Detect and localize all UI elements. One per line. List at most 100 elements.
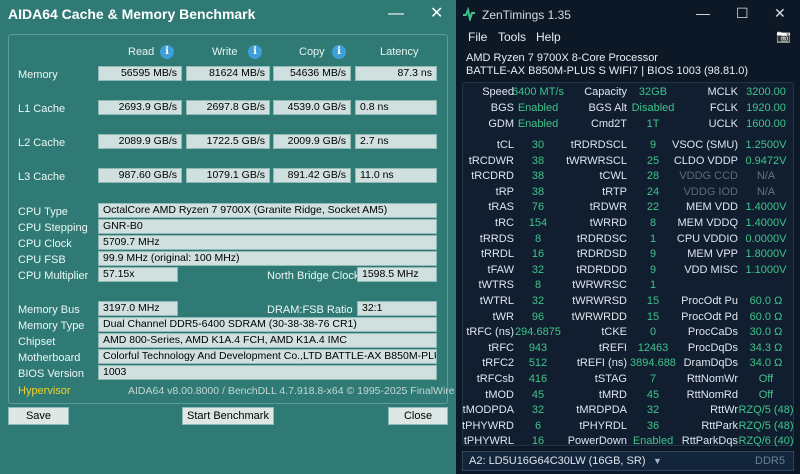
col-header-latency: Latency <box>380 46 419 58</box>
memory-module-selector[interactable]: A2: LD5U16G64C30LW (16GB, SR) ▼ DDR5 <box>462 451 794 471</box>
read-info-icon[interactable]: i <box>160 45 174 59</box>
row-label-l3: L3 Cache <box>18 171 66 183</box>
timing-value: 16 <box>531 248 545 261</box>
l3-copy-value: 891.42 GB/s <box>273 168 351 183</box>
cpu-stepping-value: GNR-B0 <box>98 219 437 234</box>
aida-footer-version: AIDA64 v8.00.8000 / BenchDLL 4.7.918.8-x… <box>128 385 456 397</box>
timing-value: 1.8000V <box>745 248 787 261</box>
memory-bus-value: 3197.0 MHz <box>98 301 178 316</box>
timing-value: Disabled <box>631 102 675 114</box>
timing-value: 32GB <box>638 86 668 98</box>
hypervisor-label: Hypervisor <box>18 385 71 397</box>
timing-value: 6 <box>534 419 542 432</box>
start-benchmark-button[interactable]: Start Benchmark <box>182 407 274 425</box>
timing-value: 8 <box>534 232 542 245</box>
aida-close-icon[interactable]: ✕ <box>430 6 443 22</box>
timing-value: 7 <box>649 373 657 385</box>
row-label-l2: L2 Cache <box>18 137 66 149</box>
memory-read-value: 56595 MB/s <box>98 66 182 81</box>
timing-value: Off <box>758 373 774 385</box>
l2-write-value: 1722.5 GB/s <box>186 134 270 149</box>
timing-value: 38 <box>531 170 545 183</box>
cpu-multiplier-value: 57.15x <box>98 267 178 282</box>
col-header-copy: Copy <box>299 46 325 58</box>
l1-copy-value: 4539.0 GB/s <box>273 100 351 115</box>
timing-value: 154 <box>528 217 548 229</box>
timing-value: Enabled <box>517 118 559 130</box>
timing-value: 512 <box>528 357 548 370</box>
memory-type-value: Dual Channel DDR5-6400 SDRAM (30-38-38-7… <box>98 317 437 332</box>
zentimings-window: ZenTimings 1.35 — ☐ ✕ File Tools Help 📷 … <box>456 0 800 474</box>
timing-value: 76 <box>531 201 545 214</box>
timing-value: 1.4000V <box>745 201 787 214</box>
timing-value: N/A <box>756 170 776 183</box>
write-info-icon[interactable]: i <box>248 45 262 59</box>
cpu-stepping-label: CPU Stepping <box>18 222 88 234</box>
row-label-memory: Memory <box>18 69 58 81</box>
timing-value: 1600.00 <box>746 118 786 130</box>
timing-value: RZQ/6 (40) <box>738 435 794 448</box>
timing-value: 34.3 Ω <box>749 341 783 354</box>
copy-info-icon[interactable]: i <box>332 45 346 59</box>
memory-copy-value: 54636 MB/s <box>273 66 351 81</box>
bios-version-value: 1003 <box>98 365 437 380</box>
timing-value: 12463 <box>637 341 669 354</box>
timing-value: 32 <box>531 295 545 307</box>
aida-title: AIDA64 Cache & Memory Benchmark <box>8 6 256 22</box>
timing-value: 1 <box>649 279 657 292</box>
chevron-down-icon: ▼ <box>653 456 662 466</box>
timing-value: 16 <box>531 435 545 448</box>
timing-value: 3200.00 <box>746 86 786 98</box>
l3-write-value: 1079.1 GB/s <box>186 168 270 183</box>
aida-minimize-button[interactable]: — <box>388 6 404 22</box>
timing-value: 416 <box>528 373 548 385</box>
l2-read-value: 2089.9 GB/s <box>98 134 182 149</box>
cpu-fsb-label: CPU FSB <box>18 254 66 266</box>
close-button[interactable]: Close <box>388 407 448 425</box>
cpu-type-value: OctalCore AMD Ryzen 7 9700X (Granite Rid… <box>98 203 437 218</box>
timing-value: 30 <box>531 139 545 151</box>
timing-value: 36 <box>646 419 660 432</box>
cpu-clock-value: 5709.7 MHz <box>98 235 437 250</box>
timing-value: 294.6875 <box>515 326 561 339</box>
timing-value: RZQ/5 (48) <box>738 419 794 432</box>
timing-value: 9 <box>649 263 657 276</box>
timing-value: 0.9472V <box>745 154 787 167</box>
l1-write-value: 2697.8 GB/s <box>186 100 270 115</box>
timing-value: 1.4000V <box>745 217 787 229</box>
timing-value: 1.2500V <box>745 139 787 151</box>
timing-value: 3894.688 <box>630 357 676 370</box>
memory-bus-label: Memory Bus <box>18 304 80 316</box>
cpu-fsb-value: 99.9 MHz (original: 100 MHz) <box>98 251 437 266</box>
bios-version-label: BIOS Version <box>18 368 85 380</box>
timing-value: N/A <box>756 185 776 198</box>
timing-value: 8 <box>534 279 542 292</box>
module-selector-value: A2: LD5U16G64C30LW (16GB, SR) <box>469 455 646 467</box>
l1-read-value: 2693.9 GB/s <box>98 100 182 115</box>
timing-value: 9 <box>649 248 657 261</box>
memory-type-label: Memory Type <box>18 320 85 332</box>
timing-value: 38 <box>531 185 545 198</box>
timing-value: 96 <box>531 310 545 323</box>
memory-write-value: 81624 MB/s <box>186 66 270 81</box>
timing-value: 24 <box>646 185 660 198</box>
cpu-type-label: CPU Type <box>18 206 68 218</box>
l3-read-value: 987.60 GB/s <box>98 168 182 183</box>
aida64-window: AIDA64 Cache & Memory Benchmark — ✕ Read… <box>0 0 456 474</box>
timing-value: Off <box>758 388 774 401</box>
chipset-value: AMD 800-Series, AMD K1A.4 FCH, AMD K1A.4… <box>98 333 437 348</box>
col-header-write: Write <box>212 46 238 58</box>
timings-grid: Speed 6400 MT/s Capacity 32GB MCLK 3200.00 BGS… <box>456 0 800 474</box>
timing-value: 6400 MT/s <box>512 86 564 98</box>
ddr-type-label: DDR5 <box>755 455 785 467</box>
motherboard-value: Colorful Technology And Development Co.,… <box>98 349 437 364</box>
nb-clock-value: 1598.5 MHz <box>357 267 437 282</box>
timing-value: 30.0 Ω <box>749 326 783 339</box>
l3-latency-value: 11.0 ns <box>355 168 437 183</box>
cpu-multiplier-label: CPU Multiplier <box>18 270 89 282</box>
timing-value: RZQ/5 (48) <box>738 404 794 417</box>
save-button[interactable]: Save <box>8 407 69 425</box>
timing-value: 32 <box>531 404 545 417</box>
timing-value: 60.0 Ω <box>749 295 783 307</box>
timing-value: 1T <box>646 118 660 130</box>
